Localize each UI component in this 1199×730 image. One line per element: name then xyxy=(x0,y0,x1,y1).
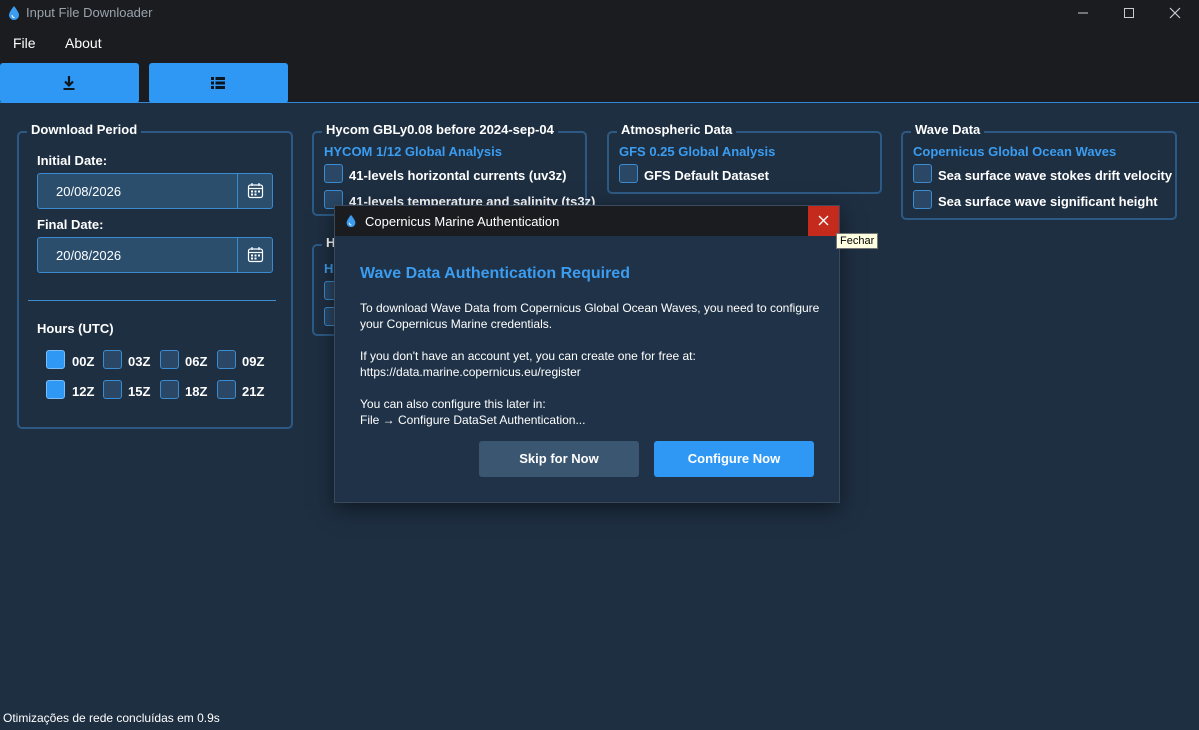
minimize-icon xyxy=(1078,12,1088,14)
hour-09z-label: 09Z xyxy=(242,354,265,369)
calendar-icon xyxy=(247,247,264,263)
wave-height-checkbox[interactable] xyxy=(913,190,932,209)
gfs-default-label: GFS Default Dataset xyxy=(644,168,769,183)
atmospheric-subtitle: GFS 0.25 Global Analysis xyxy=(619,144,776,159)
list-view-button[interactable] xyxy=(149,63,288,103)
hour-12z-label: 12Z xyxy=(72,384,95,399)
dialog-text-line-3: If you don't have an account yet, you ca… xyxy=(360,349,696,363)
download-icon xyxy=(63,76,75,90)
download-period-title: Download Period xyxy=(27,122,142,137)
hycom-uv3z-label: 41-levels horizontal currents (uv3z) xyxy=(349,168,567,183)
menu-file[interactable]: File xyxy=(13,35,36,51)
initial-date-value[interactable]: 20/08/2026 xyxy=(56,184,121,199)
final-date-value[interactable]: 20/08/2026 xyxy=(56,248,121,263)
dialog-titlebar: Copernicus Marine Authentication xyxy=(335,206,839,236)
hour-00z-label: 00Z xyxy=(72,354,95,369)
hour-06z-label: 06Z xyxy=(185,354,208,369)
hour-21z-label: 21Z xyxy=(242,384,265,399)
dialog-title: Copernicus Marine Authentication xyxy=(365,214,560,229)
wave-stokes-checkbox[interactable] xyxy=(913,164,932,183)
close-icon xyxy=(818,215,829,226)
window-title: Input File Downloader xyxy=(26,5,153,20)
hour-06z-checkbox[interactable] xyxy=(160,350,179,369)
gfs-default-checkbox[interactable] xyxy=(619,164,638,183)
initial-date-picker-button[interactable] xyxy=(237,174,272,208)
download-button[interactable] xyxy=(0,63,139,103)
separator xyxy=(28,300,276,301)
final-date-label: Final Date: xyxy=(37,217,104,232)
toolbar xyxy=(0,60,1199,103)
initial-date-field[interactable]: 20/08/2026 xyxy=(37,173,273,209)
water-drop-icon xyxy=(9,6,19,20)
hour-03z-label: 03Z xyxy=(128,354,151,369)
authentication-dialog: Copernicus Marine Authentication Wave Da… xyxy=(334,205,840,503)
dialog-text-line-6: File → Configure DataSet Authentication.… xyxy=(360,413,586,427)
atmospheric-title: Atmospheric Data xyxy=(617,122,737,137)
status-message: Otimizações de rede concluídas em 0.9s xyxy=(3,711,220,725)
atmospheric-group: Atmospheric Data xyxy=(607,122,882,194)
dialog-text-line-2: your Copernicus Marine credentials. xyxy=(360,317,553,331)
final-date-picker-button[interactable] xyxy=(237,238,272,272)
hour-15z-label: 15Z xyxy=(128,384,151,399)
hours-label: Hours (UTC) xyxy=(37,321,114,336)
configure-now-button[interactable]: Configure Now xyxy=(654,441,814,477)
register-url[interactable]: https://data.marine.copernicus.eu/regist… xyxy=(360,364,581,380)
wave-title: Wave Data xyxy=(911,122,985,137)
hycom2-subtitle: H xyxy=(324,261,334,276)
hycom-subtitle: HYCOM 1/12 Global Analysis xyxy=(324,144,502,159)
close-icon xyxy=(1169,7,1181,19)
hour-09z-checkbox[interactable] xyxy=(217,350,236,369)
maximize-button[interactable] xyxy=(1106,0,1152,26)
water-drop-icon xyxy=(346,214,356,228)
hour-18z-label: 18Z xyxy=(185,384,208,399)
dialog-heading: Wave Data Authentication Required xyxy=(360,265,630,282)
final-date-field[interactable]: 20/08/2026 xyxy=(37,237,273,273)
initial-date-label: Initial Date: xyxy=(37,153,108,168)
wave-subtitle: Copernicus Global Ocean Waves xyxy=(913,144,1117,159)
close-window-button[interactable] xyxy=(1152,0,1198,26)
menu-about[interactable]: About xyxy=(65,35,102,51)
hour-00z-checkbox[interactable] xyxy=(46,350,65,369)
wave-height-label: Sea surface wave significant height xyxy=(938,194,1158,209)
skip-for-now-button[interactable]: Skip for Now xyxy=(479,441,639,477)
hour-03z-checkbox[interactable] xyxy=(103,350,122,369)
minimize-button[interactable] xyxy=(1060,0,1106,26)
dialog-text-line-1: To download Wave Data from Copernicus Gl… xyxy=(360,301,820,315)
hour-21z-checkbox[interactable] xyxy=(217,380,236,399)
calendar-icon xyxy=(247,183,264,199)
hycom-title: Hycom GBLy0.08 before 2024-sep-04 xyxy=(322,122,558,137)
list-icon xyxy=(211,77,225,89)
hour-12z-checkbox[interactable] xyxy=(46,380,65,399)
hour-15z-checkbox[interactable] xyxy=(103,380,122,399)
hycom-uv3z-checkbox[interactable] xyxy=(324,164,343,183)
window-titlebar: Input File Downloader xyxy=(0,0,1199,26)
hour-18z-checkbox[interactable] xyxy=(160,380,179,399)
menu-bar: File About xyxy=(0,26,1199,60)
close-tooltip: Fechar xyxy=(836,233,879,249)
dialog-text-line-5: You can also configure this later in: xyxy=(360,397,546,411)
dialog-close-button[interactable] xyxy=(808,206,839,236)
wave-stokes-label: Sea surface wave stokes drift velocity xyxy=(938,168,1173,183)
maximize-icon xyxy=(1124,8,1134,18)
